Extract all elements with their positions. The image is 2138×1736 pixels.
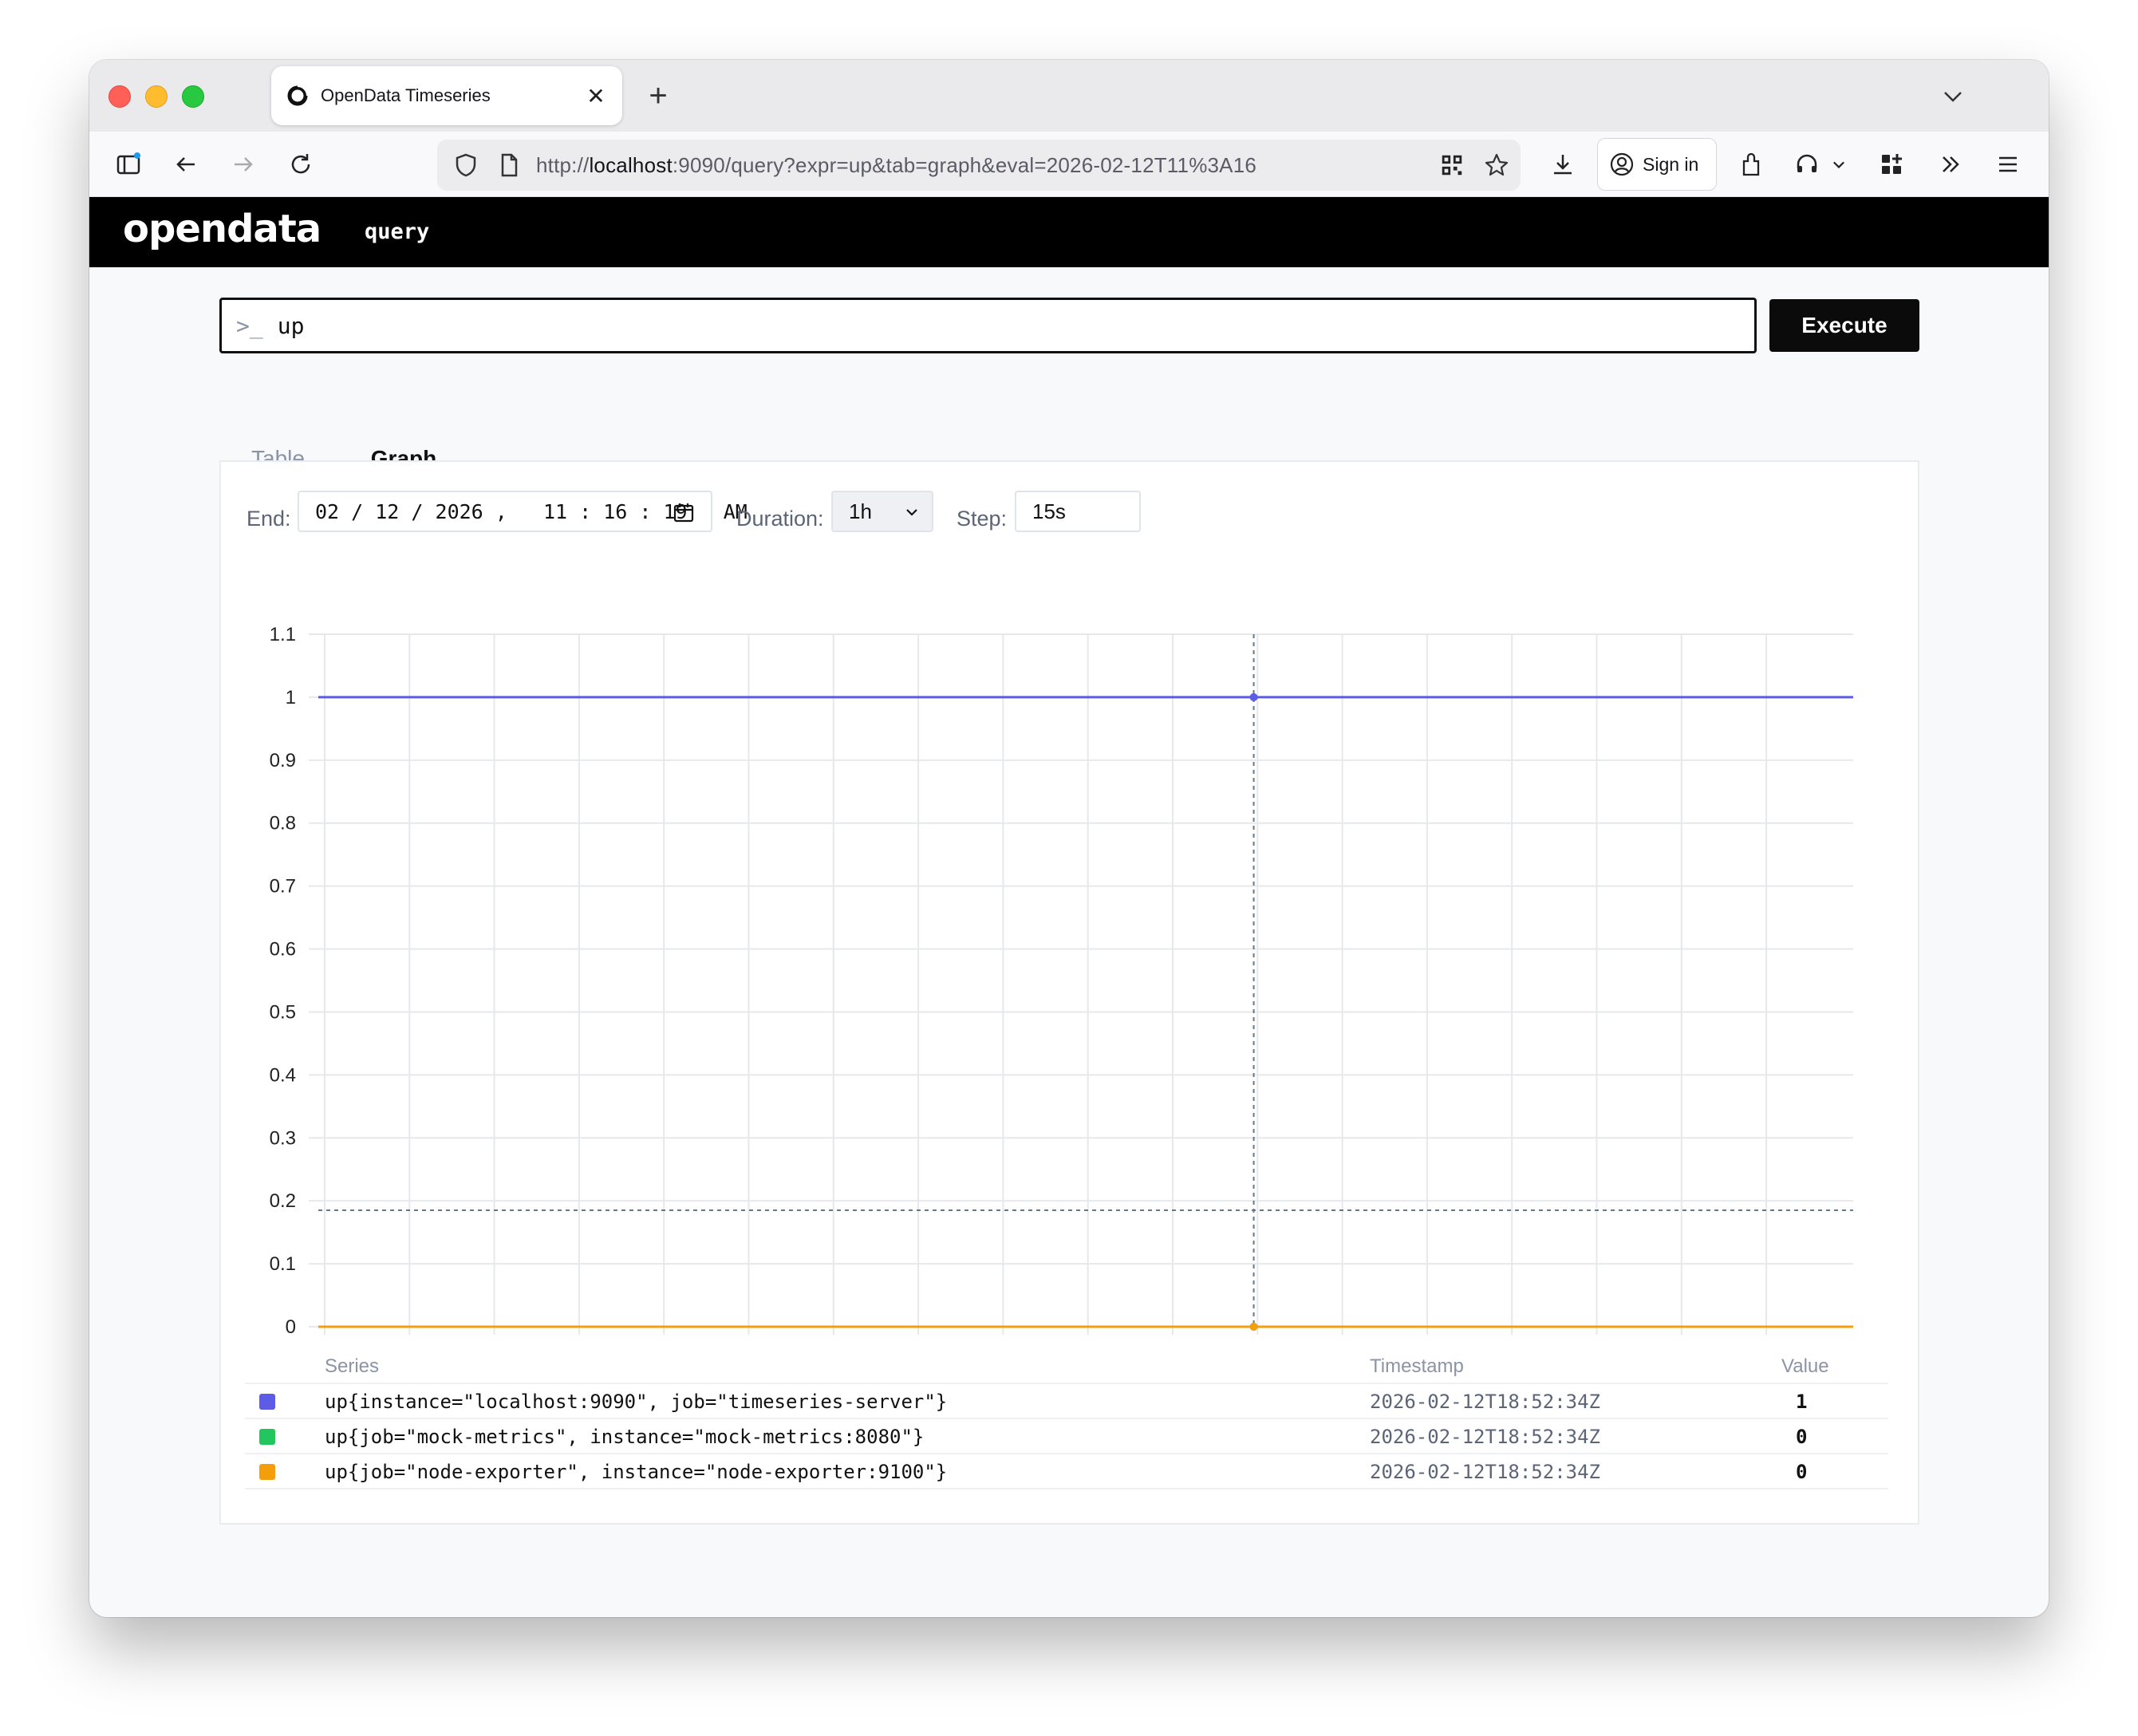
sign-in-label: Sign in: [1643, 153, 1699, 175]
y-tick-label: 0.3: [270, 1127, 296, 1149]
zoom-window-button[interactable]: [182, 85, 204, 108]
legend-timestamp: 2026-02-12T18:52:34Z: [1370, 1391, 1600, 1413]
y-tick-label: 0.1: [270, 1253, 296, 1275]
legend-value: 0: [1796, 1461, 1808, 1483]
graph-panel: End: 02 / 12 / 2026 , 11 : 16 : 19 AM Du…: [219, 460, 1919, 1525]
duration-select[interactable]: 1h: [831, 491, 933, 532]
opendata-logo[interactable]: opendata: [123, 207, 321, 251]
reload-icon[interactable]: [282, 146, 319, 183]
step-label: Step:: [957, 507, 1008, 531]
prompt-icon: >_: [236, 312, 263, 339]
series-color-swatch: [259, 1429, 275, 1445]
tab-title: OpenData Timeseries: [321, 85, 491, 105]
shield-icon[interactable]: [450, 149, 482, 181]
calendar-icon[interactable]: [673, 501, 695, 523]
chevron-down-icon: [906, 509, 917, 516]
headset-menu-chevron-icon[interactable]: [1827, 146, 1851, 183]
cursor-point: [1249, 1323, 1258, 1331]
y-tick-label: 0.7: [270, 876, 296, 898]
minimize-window-button[interactable]: [145, 85, 168, 108]
legend-row[interactable]: up{instance="localhost:9090", job="times…: [245, 1383, 1888, 1418]
cursor-point: [1249, 692, 1258, 701]
y-tick-label: 0.5: [270, 1001, 296, 1023]
nav-query-link[interactable]: query: [365, 219, 429, 244]
legend-series-label: up{job="node-exporter", instance="node-e…: [325, 1461, 948, 1483]
tab-list-chevron-icon[interactable]: [1937, 81, 1969, 112]
close-window-button[interactable]: [108, 85, 131, 108]
y-tick-label: 0.2: [270, 1190, 296, 1212]
sidebar-icon[interactable]: [110, 146, 147, 183]
legend-series-label: up{instance="localhost:9090", job="times…: [325, 1391, 948, 1413]
duration-label: Duration:: [736, 507, 824, 531]
navigation-toolbar: http://localhost:9090/query?expr=up&tab=…: [89, 132, 2049, 197]
y-tick-label: 0.9: [270, 750, 296, 771]
execute-button[interactable]: Execute: [1769, 299, 1919, 352]
headset-icon[interactable]: [1789, 146, 1825, 183]
y-tick-label: 0.6: [270, 939, 296, 961]
menu-hamburger-icon[interactable]: [1990, 146, 2026, 183]
extensions-icon[interactable]: [1733, 146, 1769, 183]
y-tick-label: 0.8: [270, 813, 296, 834]
legend-row[interactable]: up{job="mock-metrics", instance="mock-me…: [245, 1418, 1888, 1453]
y-tick-label: 0: [286, 1316, 296, 1338]
url-bar[interactable]: http://localhost:9090/query?expr=up&tab=…: [437, 140, 1521, 191]
new-tab-icon[interactable]: +: [640, 77, 677, 114]
overflow-chevrons-icon[interactable]: [1932, 146, 1969, 183]
legend-series-label: up{job="mock-metrics", instance="mock-me…: [325, 1426, 925, 1448]
end-datetime-input[interactable]: 02 / 12 / 2026 , 11 : 16 : 19 AM: [298, 491, 748, 532]
account-icon: [1610, 152, 1634, 176]
url-path: :9090/query?expr=up&tab=graph&eval=2026-…: [672, 152, 1257, 177]
y-tick-label: 1.1: [270, 624, 296, 645]
url-host: localhost: [589, 152, 673, 177]
browser-tab[interactable]: OpenData Timeseries ✕: [271, 66, 622, 125]
legend-header-value: Value: [1781, 1355, 1829, 1377]
query-input[interactable]: >_ up: [219, 298, 1757, 353]
back-icon[interactable]: [168, 146, 204, 183]
forward-icon[interactable]: [225, 146, 262, 183]
close-tab-icon[interactable]: ✕: [584, 83, 608, 109]
bookmark-star-icon[interactable]: [1481, 149, 1513, 181]
legend-timestamp: 2026-02-12T18:52:34Z: [1370, 1461, 1600, 1483]
qr-code-icon[interactable]: [1436, 149, 1468, 181]
legend-value: 1: [1796, 1391, 1808, 1413]
step-value: 15s: [1032, 499, 1066, 523]
page-icon[interactable]: [493, 149, 525, 181]
legend-header-timestamp: Timestamp: [1370, 1355, 1464, 1377]
end-label: End:: [247, 507, 291, 531]
apps-grid-icon[interactable]: [1873, 146, 1910, 183]
line-chart[interactable]: 00.10.20.30.40.50.60.70.80.911.110:1610:…: [221, 542, 1918, 1339]
legend-timestamp: 2026-02-12T18:52:34Z: [1370, 1426, 1600, 1448]
series-color-swatch: [259, 1394, 275, 1410]
legend-row[interactable]: up{job="node-exporter", instance="node-e…: [245, 1453, 1888, 1489]
url-scheme: http://: [536, 152, 590, 177]
browser-window: OpenData Timeseries ✕ + http://localhost…: [89, 60, 2049, 1617]
y-tick-label: 1: [286, 687, 296, 708]
duration-value: 1h: [849, 499, 872, 523]
legend-header-series: Series: [325, 1355, 380, 1377]
legend-value: 0: [1796, 1426, 1808, 1448]
query-expression[interactable]: up: [278, 313, 305, 339]
app-header: opendata query: [89, 197, 2049, 267]
tab-strip: OpenData Timeseries ✕ +: [89, 60, 2049, 132]
downloads-icon[interactable]: [1544, 146, 1581, 183]
y-tick-label: 0.4: [270, 1064, 296, 1086]
sign-in-button[interactable]: Sign in: [1597, 138, 1717, 191]
opendata-favicon-icon: [286, 84, 310, 108]
url-text[interactable]: http://localhost:9090/query?expr=up&tab=…: [536, 153, 1334, 178]
step-input[interactable]: 15s: [1015, 491, 1141, 532]
series-color-swatch: [259, 1464, 275, 1480]
